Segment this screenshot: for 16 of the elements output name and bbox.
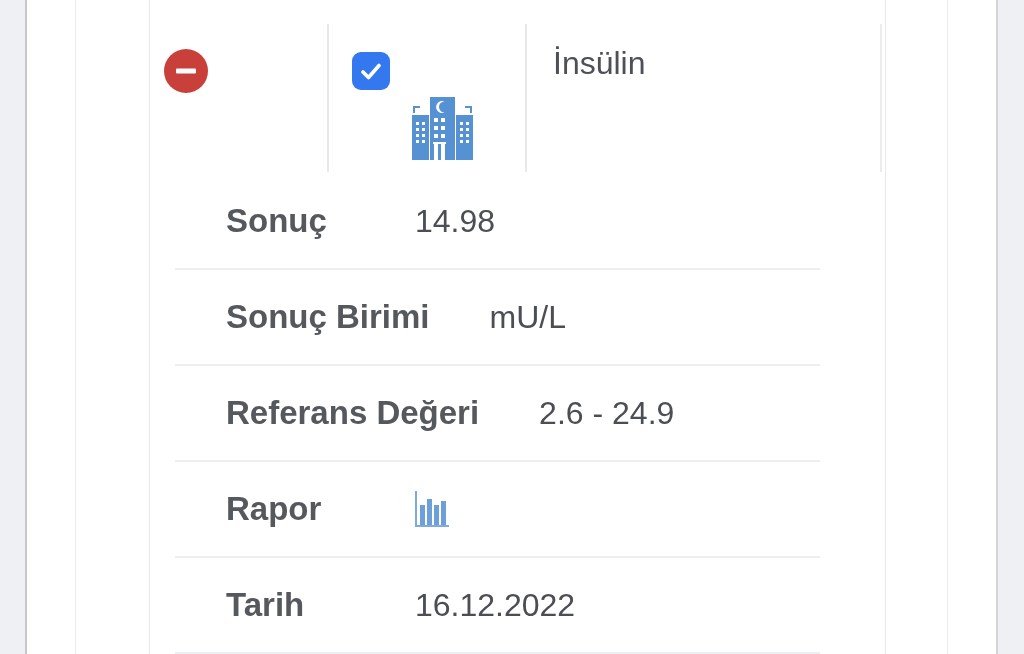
field-value: mU/L — [489, 298, 566, 337]
field-label: Referans Değeri — [226, 393, 480, 433]
field-value: 16.12.2022 — [415, 586, 576, 625]
hospital-building-icon — [411, 97, 474, 160]
field-value: 2.6 - 24.9 — [539, 394, 675, 433]
bar-chart-icon[interactable] — [415, 491, 449, 527]
test-name: İnsülin — [553, 45, 646, 81]
field-value: 14.98 — [415, 202, 496, 241]
field-label: Sonuç — [226, 201, 328, 241]
field-label: Tarih — [226, 585, 306, 625]
checkmark-icon — [361, 62, 381, 80]
remove-button[interactable] — [164, 49, 208, 93]
minus-circle-icon — [164, 49, 208, 93]
field-label: Sonuç Birimi — [226, 297, 430, 337]
checkbox[interactable] — [352, 52, 390, 90]
field-label: Rapor — [226, 489, 323, 529]
